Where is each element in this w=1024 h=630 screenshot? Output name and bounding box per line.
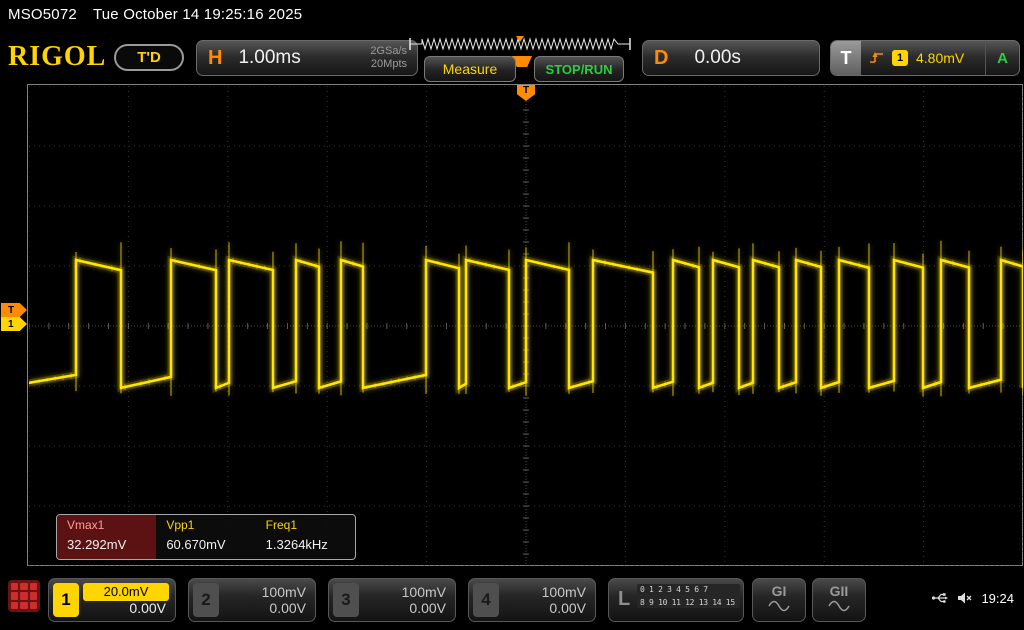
sine-wave-icon <box>768 599 790 613</box>
header-bar: RIGOL T'D H 1.00ms 2GSa/s 20Mpts Measure… <box>0 32 1024 84</box>
measurement-item: Freq1 1.3264kHz <box>256 515 355 559</box>
rising-edge-icon <box>869 50 885 66</box>
timebase-value: 1.00ms <box>238 47 300 69</box>
measurement-value: 1.3264kHz <box>256 534 355 552</box>
sample-rate: 2GSa/s <box>370 45 407 58</box>
datetime: Tue October 14 19:25:16 2025 <box>93 6 302 23</box>
measurement-label: Vpp1 <box>156 515 255 534</box>
generator-2-box[interactable]: GII <box>812 578 866 622</box>
waveform-display-area: T Vmax1 32.292mV Vpp1 60.670mV Freq1 1.3… <box>27 84 1023 566</box>
measurement-value: 60.670mV <box>156 534 255 552</box>
channel-2-badge: 2 <box>193 583 219 617</box>
sine-wave-icon <box>828 599 850 613</box>
measurement-label: Vmax1 <box>57 515 156 534</box>
model-name: MSO5072 <box>8 6 77 23</box>
logic-channels-box[interactable]: L 0 1 2 3 4 5 6 7 8 9 10 11 12 13 14 15 <box>608 578 744 622</box>
h-label: H <box>208 47 222 70</box>
usb-icon <box>931 590 949 606</box>
channel-4-box[interactable]: 4 100mV 0.00V <box>468 578 596 622</box>
channel-2-box[interactable]: 2 100mV 0.00V <box>188 578 316 622</box>
menu-grid-icon[interactable] <box>8 580 40 612</box>
measurement-panel[interactable]: Vmax1 32.292mV Vpp1 60.670mV Freq1 1.326… <box>56 514 356 560</box>
generator-2-label: GII <box>830 583 849 599</box>
acquisition-info: 2GSa/s 20Mpts <box>370 45 407 71</box>
channel-3-badge: 3 <box>333 583 359 617</box>
speaker-mute-icon <box>957 590 973 606</box>
logic-row-2: 8 9 10 11 12 13 14 15 <box>637 597 740 608</box>
channel-4-offset: 0.00V <box>549 600 586 616</box>
t-label: T <box>831 41 861 75</box>
channel-1-offset: 0.00V <box>129 600 166 616</box>
trigger-level-marker[interactable]: T <box>1 303 27 317</box>
channel-3-box[interactable]: 3 100mV 0.00V <box>328 578 456 622</box>
trigger-source-badge: 1 <box>892 50 908 66</box>
generator-1-box[interactable]: GI <box>752 578 806 622</box>
clock: 19:24 <box>981 591 1014 606</box>
rigol-logo: RIGOL <box>8 41 106 73</box>
oscilloscope-screen: MSO5072 Tue October 14 19:25:16 2025 RIGO… <box>0 0 1024 630</box>
waveform-memory-strip <box>408 36 632 52</box>
status-icons: 19:24 <box>931 590 1014 606</box>
trigger-sweep-mode: A <box>985 41 1019 75</box>
measurement-item: Vpp1 60.670mV <box>156 515 255 559</box>
channel-1-scale: 20.0mV <box>83 583 169 601</box>
memory-depth: 20Mpts <box>371 58 407 71</box>
logic-label: L <box>618 588 630 611</box>
trigger-level-value: 4.80mV <box>916 50 964 66</box>
measure-button[interactable]: Measure <box>424 56 516 82</box>
trigger-status-badge: T'D <box>114 44 184 71</box>
channel-3-offset: 0.00V <box>409 600 446 616</box>
memory-waveform-icon <box>408 36 632 52</box>
measurement-item: Vmax1 32.292mV <box>57 515 156 559</box>
channel-1-box[interactable]: 1 20.0mV 0.00V <box>48 578 176 622</box>
channel-2-scale: 100mV <box>262 584 306 600</box>
logic-row-1: 0 1 2 3 4 5 6 7 <box>637 584 740 595</box>
channel-2-offset: 0.00V <box>269 600 306 616</box>
logic-channel-numbers: 0 1 2 3 4 5 6 7 8 9 10 11 12 13 14 15 <box>637 584 740 610</box>
measurement-value: 32.292mV <box>57 534 156 552</box>
bottom-status-bar: 1 20.0mV 0.00V 2 100mV 0.00V 3 100mV 0.0… <box>0 566 1024 630</box>
delay-value: 0.00s <box>694 47 740 69</box>
ch1-ground-marker[interactable]: 1 <box>1 317 27 331</box>
stop-run-button[interactable]: STOP/RUN <box>534 56 624 82</box>
delay-button[interactable]: D 0.00s <box>642 40 820 76</box>
channel-4-scale: 100mV <box>542 584 586 600</box>
channel-1-badge: 1 <box>53 583 79 617</box>
trigger-button[interactable]: T 1 4.80mV A <box>830 40 1020 76</box>
channel-4-badge: 4 <box>473 583 499 617</box>
channel-3-scale: 100mV <box>402 584 446 600</box>
generator-1-label: GI <box>772 583 787 599</box>
measurement-label: Freq1 <box>256 515 355 534</box>
top-status-bar: MSO5072 Tue October 14 19:25:16 2025 <box>8 6 302 23</box>
horizontal-timebase-button[interactable]: H 1.00ms 2GSa/s 20Mpts <box>196 40 418 76</box>
d-label: D <box>654 47 668 70</box>
ch1-waveform-trace <box>29 86 1023 566</box>
